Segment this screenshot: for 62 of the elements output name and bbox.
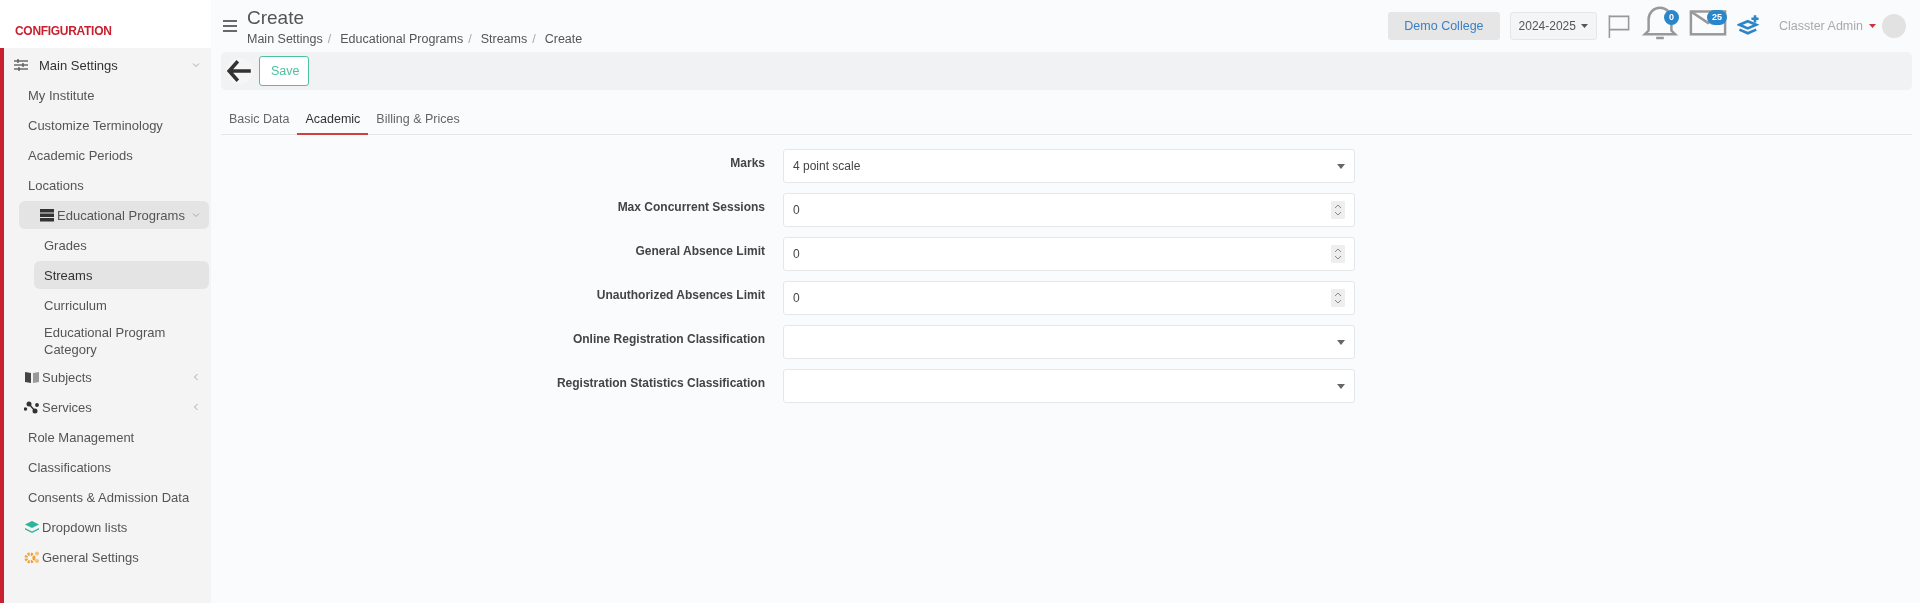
sidebar-item[interactable]: Educational Program Category: [4, 321, 209, 361]
dropdown-caret-icon: [1337, 339, 1345, 345]
sidebar-item[interactable]: Academic Periods: [4, 141, 209, 169]
field-label: General Absence Limit: [634, 243, 766, 258]
caret-icon: [1580, 24, 1588, 28]
layers-button[interactable]: [1736, 14, 1761, 38]
select-field[interactable]: [783, 325, 1355, 359]
breadcrumb-link[interactable]: Main Settings: [247, 31, 323, 46]
back-arrow-icon: [227, 58, 253, 84]
field-label: Online Registration Classification: [571, 331, 766, 346]
breadcrumb-separator: /: [327, 31, 332, 46]
sidebar-item[interactable]: Dropdown lists: [4, 513, 209, 541]
sidebar-item[interactable]: Educational Programs: [19, 201, 209, 229]
sidebar-item[interactable]: General Settings: [4, 543, 209, 571]
tab[interactable]: Academic: [297, 106, 369, 135]
sidebar-item[interactable]: Customize Terminology: [4, 111, 209, 139]
field-label: Registration Statistics Classification: [555, 375, 766, 390]
breadcrumb-link[interactable]: Streams: [480, 31, 528, 46]
field-label: Max Concurrent Sessions: [616, 199, 766, 214]
field-label: Unauthorized Absences Limit: [595, 287, 766, 302]
server-icon: [39, 208, 55, 222]
year-dropdown[interactable]: 2024-2025: [1509, 12, 1597, 40]
breadcrumb-link[interactable]: Educational Programs: [340, 31, 464, 46]
sidebar-item[interactable]: Main Settings: [4, 51, 209, 79]
dropdown-caret-icon: [1337, 163, 1345, 169]
number-field[interactable]: 0: [783, 193, 1355, 227]
sidebar-item[interactable]: Role Management: [4, 423, 209, 451]
sidebar-item[interactable]: Services: [4, 393, 209, 421]
book-icon: [24, 370, 40, 384]
sidebar-heading: CONFIGURATION: [0, 0, 211, 48]
notification-count: 0: [1663, 10, 1679, 25]
tab[interactable]: Basic Data: [221, 106, 298, 135]
select-field[interactable]: 4 point scale: [783, 149, 1355, 183]
layers-icon: [24, 520, 40, 534]
notifications-button[interactable]: 0: [1640, 8, 1679, 44]
messages-button[interactable]: 25: [1688, 8, 1727, 44]
breadcrumb-separator: /: [468, 31, 472, 46]
flag-button[interactable]: [1606, 14, 1631, 38]
sidebar-item[interactable]: Locations: [4, 171, 209, 199]
sidebar-item[interactable]: Grades: [4, 231, 209, 259]
tab[interactable]: Billing & Prices: [368, 106, 468, 135]
sliders-icon: [13, 58, 29, 72]
sidebar-item[interactable]: Streams: [34, 261, 209, 289]
network-icon: [24, 400, 40, 414]
sidebar-item[interactable]: Consents & Admission Data: [4, 483, 209, 511]
menu-icon[interactable]: [223, 20, 237, 32]
sidebar-item[interactable]: Curriculum: [4, 291, 209, 319]
sidebar-item[interactable]: Subjects: [4, 363, 209, 391]
sidebar-item[interactable]: My Institute: [4, 81, 209, 109]
number-field[interactable]: 0: [783, 281, 1355, 315]
caret-icon: [1869, 24, 1876, 28]
layers-plus-icon: [1736, 14, 1761, 38]
flag-icon: [1606, 14, 1631, 38]
breadcrumb-separator: /: [532, 31, 536, 46]
gears-icon: [24, 550, 40, 564]
sidebar-item[interactable]: Classifications: [4, 453, 209, 481]
select-field[interactable]: [783, 369, 1355, 403]
dropdown-caret-icon: [1337, 383, 1345, 389]
page-title: Create: [247, 6, 306, 29]
field-label: Marks: [729, 155, 766, 170]
back-button[interactable]: [227, 58, 253, 84]
number-field[interactable]: 0: [783, 237, 1355, 271]
